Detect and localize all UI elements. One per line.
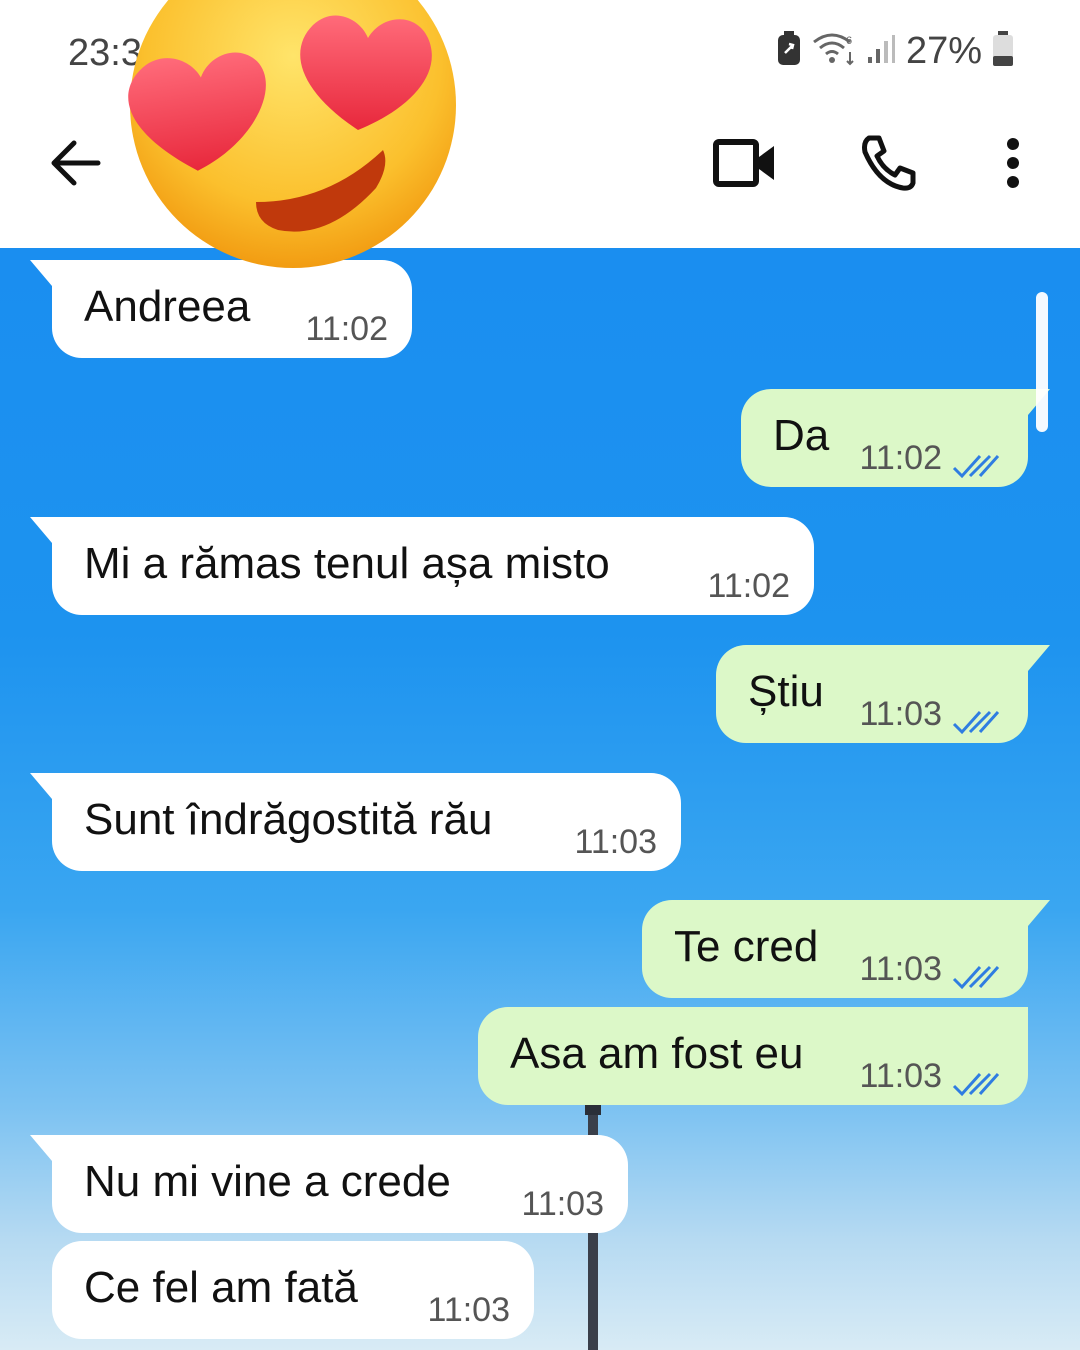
svg-text:6: 6 [846,35,852,47]
message-text: Nu mi vine a crede [84,1157,451,1206]
message-text: Da [773,411,830,460]
message-time: 11:03 [859,950,942,988]
video-call-button[interactable] [705,130,785,200]
heart-eyes-emoji-icon [128,0,458,270]
message-time: 11:03 [521,1185,604,1223]
message-text: Andreea [84,282,251,331]
scrollbar[interactable] [1036,292,1048,432]
message-text: Știu [748,667,824,716]
message-outgoing[interactable]: Te cred 11:03 [642,900,1050,998]
message-time: 11:03 [859,695,942,733]
chat-messages[interactable]: Andreea 11:02 Da 11:02 Mi a rămas tenul … [0,248,1080,1350]
message-incoming[interactable]: Sunt îndrăgostită rău 11:03 [30,773,681,871]
message-time: 11:03 [859,1057,942,1095]
battery-saver-icon [776,31,802,72]
back-button[interactable] [40,130,110,200]
message-incoming[interactable]: Nu mi vine a crede 11:03 [30,1135,628,1233]
message-outgoing[interactable]: Asa am fost eu 11:03 [478,1007,1028,1105]
signal-icon [866,33,896,70]
message-outgoing[interactable]: Știu 11:03 [716,645,1050,743]
double-check-read-icon [952,952,1000,1002]
message-time: 11:02 [859,439,942,477]
voice-call-button[interactable] [850,130,925,200]
message-incoming[interactable]: Ce fel am fată 11:03 [52,1241,534,1339]
message-text: Asa am fost eu [510,1029,804,1078]
message-text: Sunt îndrăgostită rău [84,795,493,844]
arrow-left-icon [48,138,102,193]
message-text: Te cred [674,922,819,971]
double-check-read-icon [952,697,1000,747]
phone-icon [859,134,917,197]
message-text: Ce fel am fată [84,1263,358,1312]
more-vert-icon [1005,136,1021,195]
double-check-read-icon [952,441,1000,491]
message-text: Mi a rămas tenul așa misto [84,539,610,588]
double-check-read-icon [952,1059,1000,1109]
message-outgoing[interactable]: Da 11:02 [741,389,1050,487]
more-options-button[interactable] [985,130,1041,200]
message-time: 11:02 [707,567,790,605]
message-time: 11:03 [427,1291,510,1329]
message-incoming[interactable]: Andreea 11:02 [30,260,412,358]
message-time: 11:03 [574,823,657,861]
wifi-icon: 6 [812,32,856,71]
message-time: 11:02 [305,310,388,348]
message-incoming[interactable]: Mi a rămas tenul așa misto 11:02 [30,517,814,615]
video-call-icon [713,137,777,194]
battery-icon [992,31,1014,72]
battery-percent: 27% [905,30,982,72]
status-icons: 6 27% [776,30,1014,73]
